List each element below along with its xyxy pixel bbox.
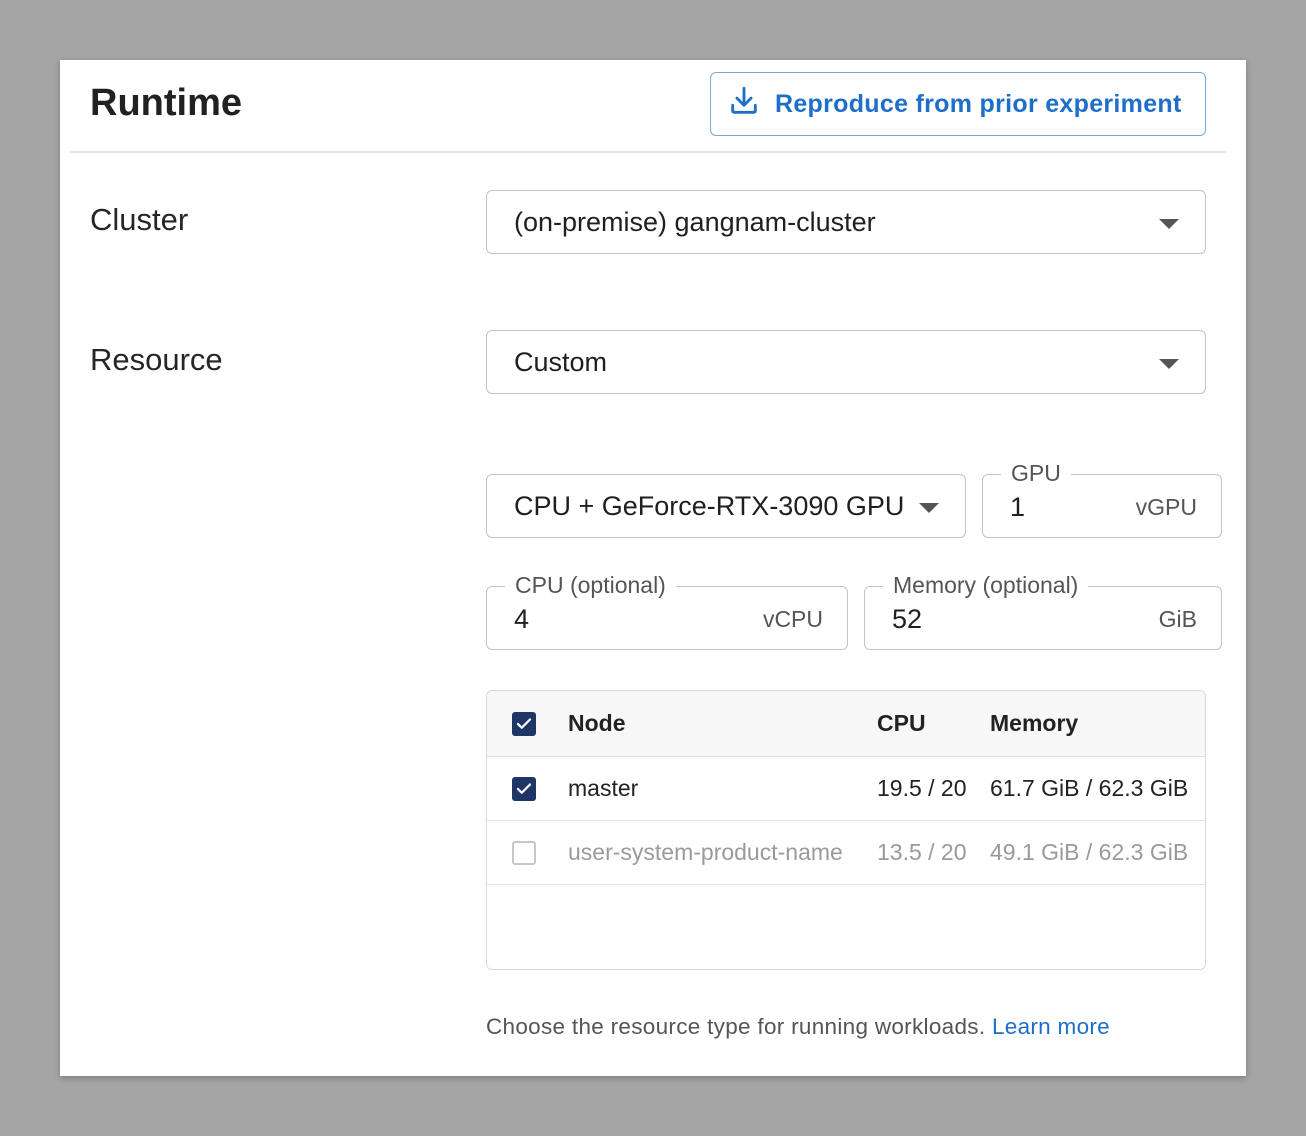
cpu-field-label: CPU (optional): [505, 571, 676, 599]
page-title: Runtime: [90, 82, 242, 124]
learn-more-link[interactable]: Learn more: [992, 1014, 1110, 1039]
memory-field-label: Memory (optional): [883, 571, 1089, 599]
memory-unit: GiB: [1158, 606, 1197, 632]
gpu-unit: vGPU: [1135, 494, 1197, 520]
reproduce-button[interactable]: Reproduce from prior experiment: [710, 72, 1206, 136]
column-header-node[interactable]: Node: [568, 691, 626, 756]
column-header-memory[interactable]: Memory: [990, 691, 1078, 756]
resource-select[interactable]: Custom: [486, 330, 1206, 394]
nodes-table: Node CPU Memory master 19.5 / 20 61.7 Gi…: [486, 690, 1206, 970]
download-icon: [727, 84, 761, 125]
select-all-checkbox[interactable]: [512, 711, 536, 736]
runtime-card: Runtime Reproduce from prior experiment …: [60, 60, 1246, 1076]
check-icon: [516, 717, 532, 729]
resource-label: Resource: [90, 342, 223, 377]
cluster-select[interactable]: (on-premise) gangnam-cluster: [486, 190, 1206, 254]
table-header: Node CPU Memory: [487, 691, 1205, 757]
node-cpu: 19.5 / 20: [877, 775, 967, 801]
helper-text-body: Choose the resource type for running wor…: [486, 1014, 986, 1039]
check-icon: [516, 782, 532, 794]
gpu-field-label: GPU: [1001, 459, 1071, 487]
resource-type-select[interactable]: CPU + GeForce-RTX-3090 GPU: [486, 474, 966, 538]
node-name: master: [568, 775, 639, 801]
cpu-input[interactable]: [514, 604, 694, 635]
column-header-cpu[interactable]: CPU: [877, 691, 926, 756]
cpu-field[interactable]: CPU (optional) vCPU: [486, 571, 848, 650]
resource-type-value: CPU + GeForce-RTX-3090 GPU: [514, 490, 905, 521]
cluster-select-value: (on-premise) gangnam-cluster: [514, 206, 876, 237]
table-row: user-system-product-name 13.5 / 20 49.1 …: [487, 821, 1205, 885]
chevron-down-icon: [1159, 359, 1179, 369]
node-cpu: 13.5 / 20: [877, 839, 967, 865]
row-checkbox: [512, 840, 536, 865]
chevron-down-icon: [919, 503, 939, 513]
node-memory: 49.1 GiB / 62.3 GiB: [990, 839, 1189, 865]
node-name: user-system-product-name: [568, 839, 843, 865]
memory-input[interactable]: [892, 604, 1072, 635]
table-row[interactable]: master 19.5 / 20 61.7 GiB / 62.3 GiB: [487, 757, 1205, 821]
chevron-down-icon: [1159, 219, 1179, 229]
helper-text: Choose the resource type for running wor…: [486, 1014, 1110, 1040]
cpu-unit: vCPU: [762, 606, 823, 632]
reproduce-button-label: Reproduce from prior experiment: [775, 89, 1182, 118]
memory-field[interactable]: Memory (optional) GiB: [864, 571, 1222, 650]
resource-select-value: Custom: [514, 346, 608, 377]
node-memory: 61.7 GiB / 62.3 GiB: [990, 775, 1189, 801]
row-checkbox[interactable]: [512, 776, 536, 801]
cluster-label: Cluster: [90, 202, 189, 237]
card-header: Runtime Reproduce from prior experiment: [70, 60, 1226, 153]
gpu-field[interactable]: GPU vGPU: [982, 459, 1222, 538]
